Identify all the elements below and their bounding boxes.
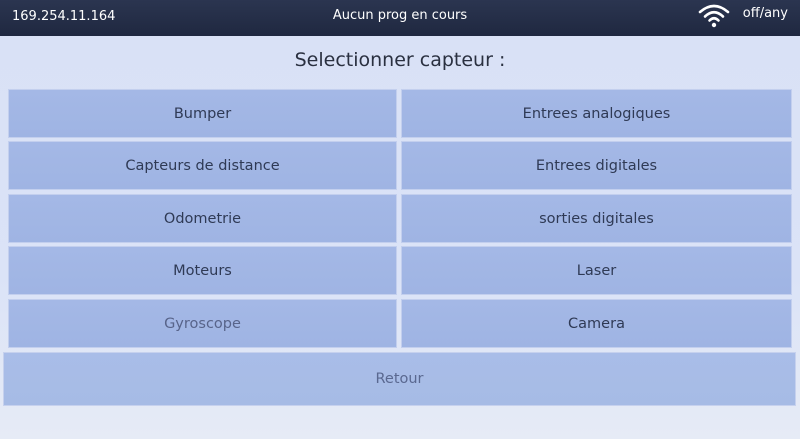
analog-inputs-button[interactable]: Entrees analogiques (401, 89, 792, 138)
bumper-button[interactable]: Bumper (8, 89, 397, 138)
odometry-button[interactable]: Odometrie (8, 194, 397, 243)
status-bar: 169.254.11.164 Aucun prog en cours off/a… (0, 0, 800, 36)
laser-button[interactable]: Laser (401, 246, 792, 295)
digital-inputs-button[interactable]: Entrees digitales (401, 141, 792, 190)
connection-mode: off/any (742, 6, 788, 21)
program-status: Aucun prog en cours (332, 8, 468, 23)
sensor-selection-screen: Selectionner capteur : Bumper Capteurs d… (0, 36, 800, 439)
back-button[interactable]: Retour (3, 352, 796, 406)
digital-outputs-button[interactable]: sorties digitales (401, 194, 792, 243)
wifi-icon (698, 4, 730, 28)
gyroscope-button[interactable]: Gyroscope (8, 299, 397, 348)
page-title: Selectionner capteur : (294, 49, 506, 71)
distance-sensors-button[interactable]: Capteurs de distance (8, 141, 397, 190)
camera-button[interactable]: Camera (401, 299, 792, 348)
motors-button[interactable]: Moteurs (8, 246, 397, 295)
